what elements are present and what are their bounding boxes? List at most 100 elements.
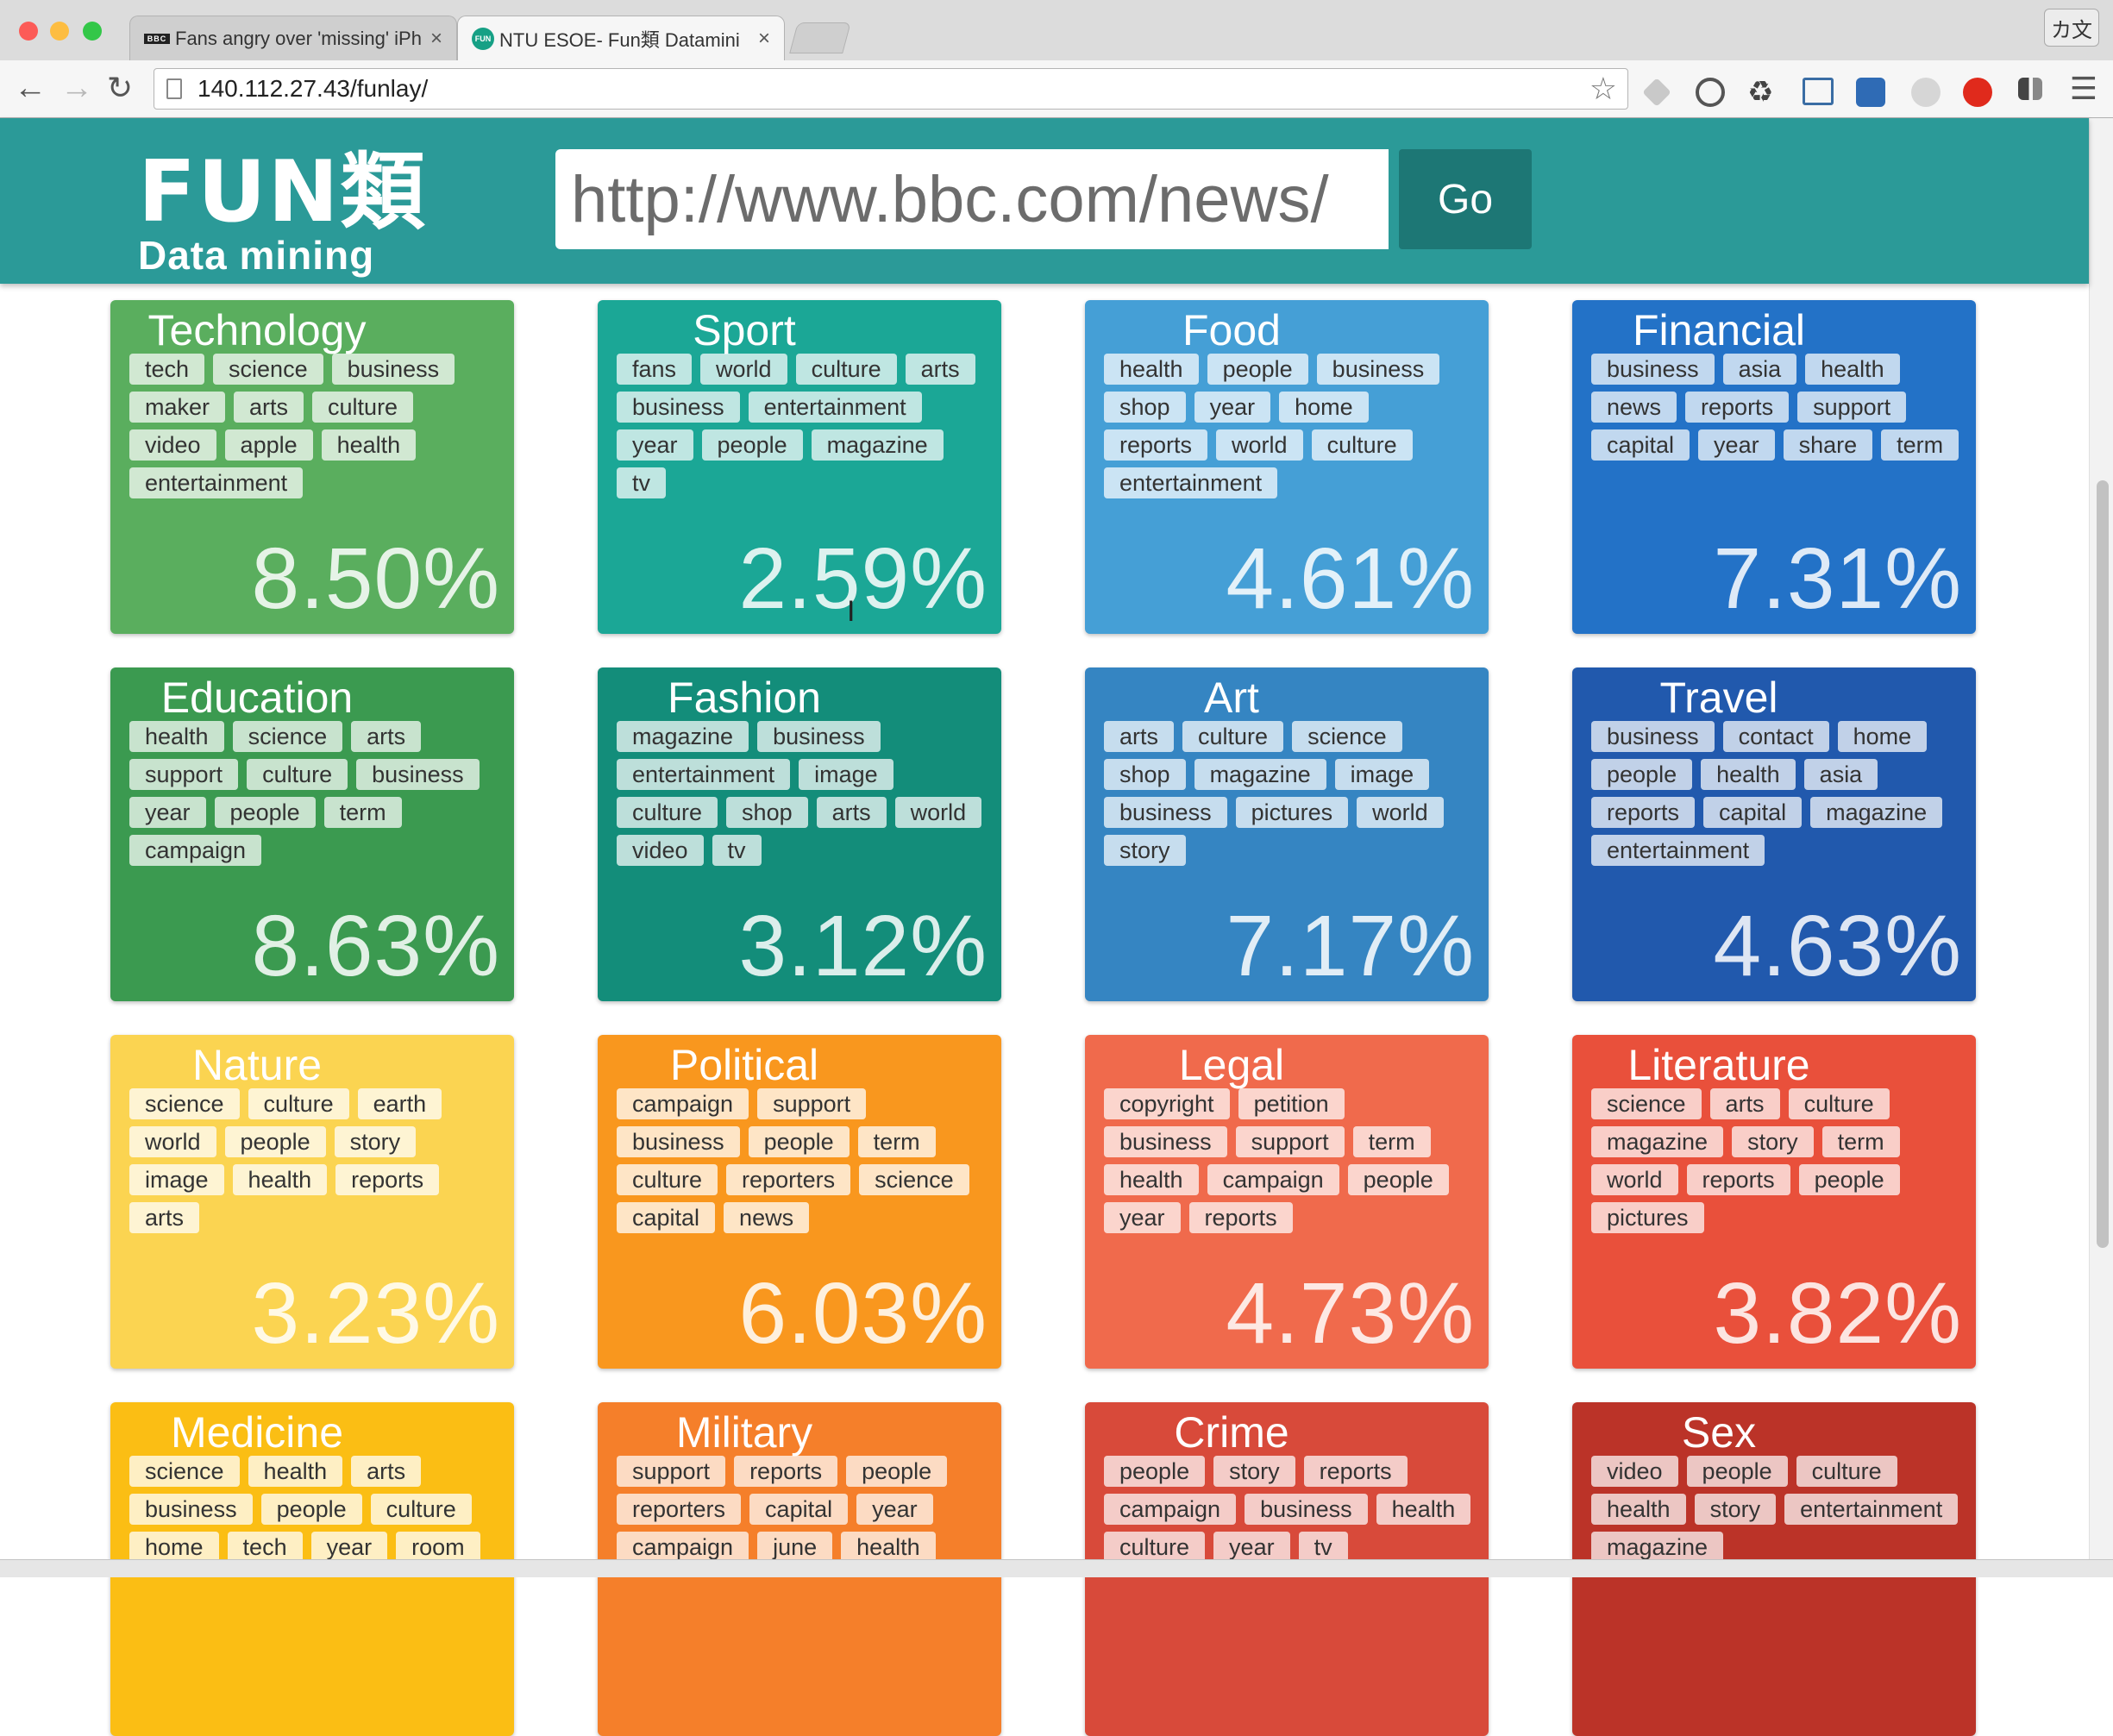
keyword-tag[interactable]: capital <box>749 1494 849 1525</box>
keyword-tag[interactable]: campaign <box>1207 1164 1339 1195</box>
keyword-tag[interactable]: campaign <box>617 1532 749 1563</box>
keyword-tag[interactable]: image <box>799 759 893 790</box>
keyword-tag[interactable]: arts <box>1709 1088 1780 1119</box>
keyword-tag[interactable]: business <box>617 392 740 423</box>
keyword-tag[interactable]: support <box>757 1088 867 1119</box>
category-card[interactable]: Legal copyright petition business support ter… <box>1085 1035 1489 1369</box>
keyword-tag[interactable]: support <box>617 1456 726 1487</box>
keyword-tag[interactable]: share <box>1783 429 1873 461</box>
category-card[interactable]: Travel business contact home people health asi… <box>1572 667 1976 1001</box>
keyword-tag[interactable]: magazine <box>1591 1532 1724 1563</box>
keyword-tag[interactable]: year <box>1104 1202 1181 1233</box>
keyword-tag[interactable]: people <box>260 1494 362 1525</box>
keyword-tag[interactable]: culture <box>1788 1088 1890 1119</box>
go-button[interactable]: Go <box>1399 149 1532 249</box>
keyword-tag[interactable]: health <box>129 721 224 752</box>
keyword-tag[interactable]: news <box>724 1202 810 1233</box>
keyword-tag[interactable]: world <box>1591 1164 1678 1195</box>
drive-extension-icon[interactable] <box>1642 78 1671 107</box>
keyword-tag[interactable]: video <box>617 835 704 866</box>
zoom-window-button[interactable] <box>83 22 102 41</box>
keyword-tag[interactable]: tech <box>227 1532 303 1563</box>
forward-arrow-icon[interactable]: → <box>60 69 93 107</box>
keyword-tag[interactable]: culture <box>617 1164 718 1195</box>
keyword-tag[interactable]: arts <box>234 392 304 423</box>
keyword-tag[interactable]: business <box>1591 721 1715 752</box>
keyword-tag[interactable]: business <box>1316 354 1440 385</box>
browser-menu-icon[interactable]: ☰ <box>2070 71 2097 107</box>
keyword-tag[interactable]: entertainment <box>129 467 304 498</box>
sync-extension-icon[interactable] <box>1696 78 1725 107</box>
keyword-tag[interactable]: culture <box>247 759 348 790</box>
category-card[interactable]: Art arts culture science shop magazine image bu… <box>1085 667 1489 1001</box>
keyword-tag[interactable]: health <box>841 1532 936 1563</box>
keyword-tag[interactable]: home <box>1279 392 1369 423</box>
keyword-tag[interactable]: reports <box>1303 1456 1408 1487</box>
url-input[interactable] <box>555 149 1389 249</box>
keyword-tag[interactable]: term <box>1352 1126 1431 1157</box>
keyword-tag[interactable]: world <box>129 1126 216 1157</box>
circle-extension-icon[interactable] <box>1911 78 1941 107</box>
keyword-tag[interactable]: earth <box>357 1088 442 1119</box>
site-logo[interactable]: FUN類 Data mining <box>138 150 427 277</box>
keyword-tag[interactable]: entertainment <box>748 392 922 423</box>
keyword-tag[interactable]: science <box>213 354 323 385</box>
keyword-tag[interactable]: video <box>1591 1456 1678 1487</box>
keyword-tag[interactable]: video <box>129 429 216 461</box>
keyword-tag[interactable]: tv <box>712 835 762 866</box>
keyword-tag[interactable]: business <box>1245 1494 1368 1525</box>
keyword-tag[interactable]: room <box>396 1532 480 1563</box>
keyword-tag[interactable]: story <box>1732 1126 1814 1157</box>
keyword-tag[interactable]: home <box>129 1532 219 1563</box>
bookmark-star-icon[interactable]: ☆ <box>1589 71 1617 107</box>
keyword-tag[interactable]: term <box>1821 1126 1900 1157</box>
keyword-tag[interactable]: health <box>232 1164 328 1195</box>
keyword-tag[interactable]: campaign <box>617 1088 749 1119</box>
sidebar-extension-icon[interactable] <box>2018 78 2042 100</box>
address-url[interactable]: 140.112.27.43/funlay/ <box>198 75 1589 103</box>
keyword-tag[interactable]: campaign <box>129 835 262 866</box>
keyword-tag[interactable]: reports <box>734 1456 838 1487</box>
keyword-tag[interactable]: year <box>1213 1532 1290 1563</box>
keyword-tag[interactable]: term <box>323 797 402 828</box>
keyword-tag[interactable]: health <box>1591 1494 1686 1525</box>
keyword-tag[interactable]: culture <box>1311 429 1413 461</box>
tab-fun-datamining[interactable]: FUN NTU ESOE- Fun類 Datamini × <box>457 16 785 60</box>
scroll-thumb[interactable] <box>2097 480 2109 1248</box>
keyword-tag[interactable]: reports <box>1104 429 1208 461</box>
keyword-tag[interactable]: world <box>700 354 787 385</box>
keyword-tag[interactable]: health <box>1376 1494 1471 1525</box>
keyword-tag[interactable]: reporters <box>617 1494 742 1525</box>
keyword-tag[interactable]: tv <box>617 467 667 498</box>
keyword-tag[interactable]: arts <box>816 797 887 828</box>
keyword-tag[interactable]: tv <box>1298 1532 1348 1563</box>
keyword-tag[interactable]: june <box>757 1532 833 1563</box>
keyword-tag[interactable]: magazine <box>617 721 749 752</box>
keyword-tag[interactable]: home <box>1837 721 1928 752</box>
recycle-extension-icon[interactable]: ♻ <box>1747 78 1777 107</box>
keyword-tag[interactable]: culture <box>1104 1532 1206 1563</box>
keyword-tag[interactable]: campaign <box>1104 1494 1237 1525</box>
reload-icon[interactable]: ↻ <box>107 69 133 107</box>
keyword-tag[interactable]: entertainment <box>1591 835 1765 866</box>
keyword-tag[interactable]: reports <box>1685 392 1790 423</box>
category-card[interactable]: Political campaign support business people te… <box>598 1035 1001 1369</box>
keyword-tag[interactable]: story <box>1694 1494 1777 1525</box>
keyword-tag[interactable]: health <box>1104 1164 1199 1195</box>
keyword-tag[interactable]: support <box>129 759 239 790</box>
keyword-tag[interactable]: magazine <box>811 429 944 461</box>
category-card[interactable]: Fashion magazine business entertainment imag… <box>598 667 1001 1001</box>
keyword-tag[interactable]: reports <box>1591 797 1696 828</box>
keyword-tag[interactable]: year <box>1698 429 1775 461</box>
keyword-tag[interactable]: health <box>1805 354 1900 385</box>
keyword-tag[interactable]: business <box>331 354 455 385</box>
tab-bbc-news[interactable]: BBC Fans angry over 'missing' iPh × <box>129 16 457 60</box>
keyword-tag[interactable]: business <box>1104 797 1227 828</box>
keyword-tag[interactable]: reports <box>1686 1164 1790 1195</box>
keyword-tag[interactable]: magazine <box>1194 759 1326 790</box>
keyword-tag[interactable]: people <box>701 429 803 461</box>
keyword-tag[interactable]: arts <box>129 1202 200 1233</box>
keyword-tag[interactable]: science <box>129 1088 240 1119</box>
keyword-tag[interactable]: capital <box>1591 429 1690 461</box>
keyword-tag[interactable]: petition <box>1238 1088 1345 1119</box>
